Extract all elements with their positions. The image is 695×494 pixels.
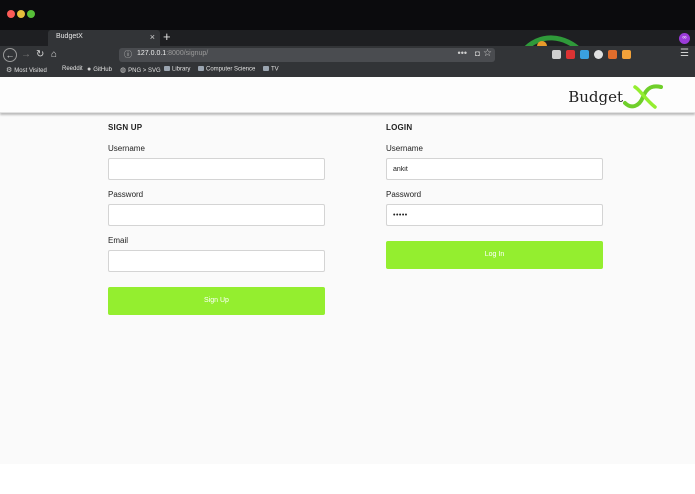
github-icon: ● (87, 66, 92, 73)
bookmark-star-icon[interactable]: ☆ (483, 48, 492, 59)
page-content: Budget X SIGN UP Username Password Email… (0, 77, 695, 464)
globe-icon: ◍ (120, 67, 127, 74)
brave-icon[interactable] (608, 50, 617, 59)
minimize-window-button[interactable] (17, 10, 25, 18)
site-header: Budget X (0, 77, 695, 113)
extension-icon[interactable] (580, 50, 589, 59)
bookmark-computer-science[interactable]: Computer Science (198, 66, 255, 73)
home-icon[interactable]: ⌂ (51, 48, 57, 62)
pocket-icon[interactable]: ◘ (475, 49, 480, 58)
back-arrow-icon[interactable]: ← (3, 48, 17, 62)
folder-icon (263, 66, 269, 71)
bookmark-github[interactable]: ● GitHub (87, 66, 112, 73)
login-username-input[interactable] (386, 158, 603, 180)
tab-title: BudgetX (56, 33, 83, 40)
forward-arrow-icon[interactable]: → (21, 48, 31, 62)
signup-email-input[interactable] (108, 250, 325, 272)
tab-close-icon[interactable]: × (150, 32, 155, 42)
bookmark-most-visited[interactable]: ⚙ Most Visited (6, 66, 47, 74)
signup-title: SIGN UP (108, 123, 143, 132)
address-bar[interactable]: ⓘ 127.0.0.1:8000/signup/ ••• ◘ ☆ (119, 48, 495, 62)
page-actions-icon[interactable]: ••• (458, 48, 467, 58)
site-info-icon[interactable]: ⓘ (124, 49, 132, 60)
folder-icon (198, 66, 204, 71)
extension-icons (552, 50, 631, 62)
new-tab-button[interactable]: + (163, 30, 171, 44)
login-password-input[interactable] (386, 204, 603, 226)
login-password-label: Password (386, 190, 422, 199)
folder-icon (164, 66, 170, 71)
log-in-button[interactable]: Log In (386, 241, 603, 269)
bookmark-reeddit[interactable]: Reeddit (62, 66, 83, 72)
close-window-button[interactable] (7, 10, 15, 18)
bookmark-png-svg[interactable]: ◍ PNG > SVG (120, 66, 161, 74)
signup-email-label: Email (108, 236, 129, 245)
hamburger-menu-icon[interactable]: ☰ (680, 48, 689, 59)
brand-x-logo: X (623, 84, 663, 109)
sign-up-button[interactable]: Sign Up (108, 287, 325, 315)
title-bar (0, 0, 695, 30)
signup-username-label: Username (108, 144, 145, 153)
extension-icon[interactable] (622, 50, 631, 59)
bookmark-tv[interactable]: TV (263, 66, 279, 73)
signup-password-label: Password (108, 190, 144, 199)
maximize-window-button[interactable] (27, 10, 35, 18)
login-title: LOGIN (386, 123, 413, 132)
adblock-icon[interactable] (566, 50, 575, 59)
login-username-label: Username (386, 144, 423, 153)
browser-tab[interactable]: BudgetX × (48, 30, 160, 46)
signup-password-input[interactable] (108, 204, 325, 226)
extension-icon[interactable] (594, 50, 603, 59)
bookmark-library[interactable]: Library (164, 66, 190, 73)
reload-icon[interactable]: ↻ (36, 48, 44, 62)
brand-text: Budget (568, 88, 623, 106)
gear-icon: ⚙ (6, 67, 13, 74)
extension-icon[interactable] (552, 50, 561, 59)
private-browsing-icon: ∞ (679, 33, 690, 44)
signup-username-input[interactable] (108, 158, 325, 180)
browser-chrome: BudgetX × + ∞ ← → ↻ ⌂ ⓘ 127.0.0.1:8000/s… (0, 0, 695, 77)
window-bottom-margin (0, 464, 695, 494)
bookmarks-toolbar: ⚙ Most Visited Reeddit ● GitHub ◍ PNG > SVG… (0, 65, 695, 77)
login-form: LOGIN Username Password Log In (386, 123, 603, 269)
signup-form: SIGN UP Username Password Email Sign Up (108, 123, 325, 315)
url-text[interactable]: 127.0.0.1:8000/signup/ (137, 50, 208, 57)
